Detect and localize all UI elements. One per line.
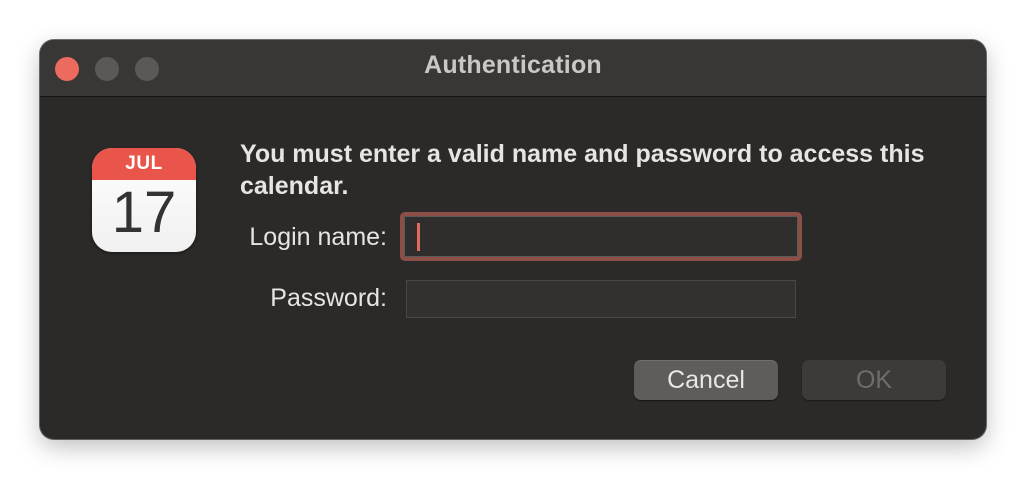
- calendar-icon: JUL 17: [92, 148, 196, 252]
- login-name-label: Login name:: [249, 223, 387, 251]
- ok-button[interactable]: OK: [802, 360, 946, 400]
- password-label: Password:: [270, 284, 387, 312]
- password-input[interactable]: [406, 280, 796, 318]
- text-caret: [417, 223, 420, 251]
- window-title: Authentication: [424, 51, 602, 79]
- calendar-icon-header: JUL: [92, 148, 196, 180]
- calendar-icon-month: JUL: [125, 153, 163, 174]
- title-bar[interactable]: Authentication: [40, 40, 986, 97]
- auth-message: You must enter a valid name and password…: [240, 140, 925, 200]
- login-name-input[interactable]: [400, 212, 802, 261]
- cancel-button[interactable]: Cancel: [634, 360, 778, 400]
- calendar-icon-day: 17: [111, 180, 177, 245]
- authentication-dialog: Authentication JUL 17 You must enter a v…: [40, 40, 986, 439]
